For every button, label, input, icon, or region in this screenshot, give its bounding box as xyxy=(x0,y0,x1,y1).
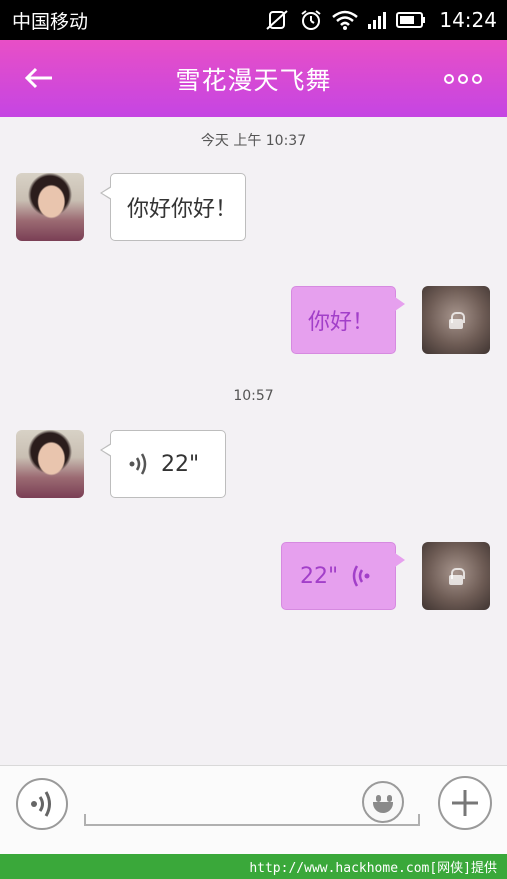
back-button[interactable] xyxy=(14,58,64,98)
voice-wave-icon xyxy=(129,453,147,475)
plus-icon xyxy=(452,790,478,816)
alarm-icon xyxy=(299,9,323,31)
more-icon xyxy=(444,74,454,84)
lock-icon xyxy=(449,567,465,585)
chat-header: 雪花漫天飞舞 xyxy=(0,40,507,117)
status-icons: 14:24 xyxy=(264,8,497,32)
voice-duration: 22" xyxy=(300,563,339,589)
contact-avatar[interactable] xyxy=(16,173,84,241)
timestamp: 今天 上午 10:37 xyxy=(200,133,307,149)
voice-icon xyxy=(31,791,51,817)
plus-button[interactable] xyxy=(438,776,492,830)
more-icon xyxy=(472,74,482,84)
voice-toggle-button[interactable] xyxy=(16,778,68,830)
wifi-icon xyxy=(332,10,359,30)
input-bar xyxy=(0,765,507,854)
status-bar: 中国移动 14:24 xyxy=(0,0,507,40)
more-button[interactable] xyxy=(437,62,489,96)
status-time: 14:24 xyxy=(439,8,497,32)
back-arrow-icon xyxy=(24,67,52,89)
mute-icon xyxy=(264,9,290,31)
emoji-button[interactable] xyxy=(362,781,404,823)
contact-avatar[interactable] xyxy=(16,430,84,498)
self-avatar[interactable] xyxy=(422,286,490,354)
self-avatar[interactable] xyxy=(422,542,490,610)
signal-icon xyxy=(367,10,387,30)
message-text: 你好你好！ xyxy=(127,197,238,222)
voice-wave-icon xyxy=(352,565,370,587)
incoming-message-bubble[interactable]: 你好你好！ xyxy=(100,173,246,241)
input-underline-end xyxy=(84,814,86,826)
emoji-icon xyxy=(373,802,393,813)
voice-duration: 22" xyxy=(161,451,200,477)
phone-screen: 中国移动 14:24 雪花漫天飞舞 今天 上午 10:37 你好你好！ 你好！ … xyxy=(0,0,507,854)
timestamp: 10:57 xyxy=(233,388,274,404)
watermark: http://www.hackhome.com[网侠]提供 xyxy=(0,854,507,879)
outgoing-message-bubble[interactable]: 你好！ xyxy=(291,286,405,354)
emoji-eye xyxy=(376,795,381,802)
lock-icon xyxy=(449,311,465,329)
input-underline-end xyxy=(418,814,420,826)
incoming-voice-message[interactable]: 22" xyxy=(100,430,226,498)
emoji-eye xyxy=(387,795,392,802)
chat-area[interactable]: 今天 上午 10:37 你好你好！ 你好！ 10:57 22" 22" xyxy=(0,117,507,765)
outgoing-voice-message[interactable]: 22" xyxy=(281,542,405,610)
more-icon xyxy=(458,74,468,84)
battery-icon xyxy=(396,11,426,29)
message-text: 你好！ xyxy=(308,310,375,335)
page-title: 雪花漫天飞舞 xyxy=(175,65,332,95)
carrier-name: 中国移动 xyxy=(12,10,89,33)
